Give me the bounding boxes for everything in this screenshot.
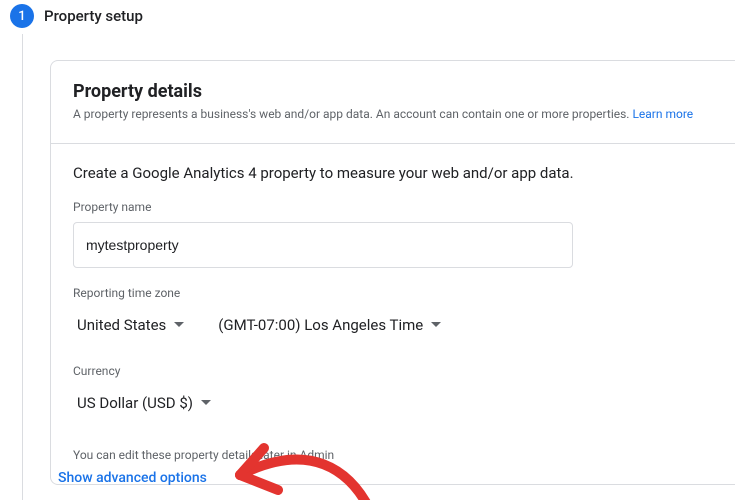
timezone-country-value: United States bbox=[77, 316, 166, 334]
property-details-card: Property details A property represents a… bbox=[50, 60, 735, 485]
learn-more-link[interactable]: Learn more bbox=[632, 107, 693, 121]
chevron-down-icon bbox=[201, 400, 211, 406]
property-name-label: Property name bbox=[73, 200, 713, 214]
create-property-description: Create a Google Analytics 4 property to … bbox=[73, 164, 713, 182]
stepper-line bbox=[22, 34, 23, 500]
card-subtitle: A property represents a business's web a… bbox=[73, 106, 713, 123]
step-title: Property setup bbox=[44, 7, 143, 25]
step-number-badge: 1 bbox=[10, 4, 34, 28]
step-header: 1 Property setup bbox=[8, 0, 735, 28]
chevron-down-icon bbox=[174, 322, 184, 328]
timezone-label: Reporting time zone bbox=[73, 286, 713, 300]
card-subtitle-text: A property represents a business's web a… bbox=[73, 107, 632, 121]
show-advanced-options-link[interactable]: Show advanced options bbox=[58, 470, 207, 486]
property-name-input[interactable] bbox=[73, 222, 573, 268]
timezone-value: (GMT-07:00) Los Angeles Time bbox=[218, 316, 423, 334]
currency-select[interactable]: US Dollar (USD $) bbox=[73, 382, 215, 424]
card-title: Property details bbox=[73, 81, 713, 102]
timezone-value-select[interactable]: (GMT-07:00) Los Angeles Time bbox=[214, 304, 445, 346]
edit-later-note: You can edit these property details late… bbox=[73, 448, 713, 462]
currency-label: Currency bbox=[73, 364, 713, 378]
chevron-down-icon bbox=[431, 322, 441, 328]
card-divider bbox=[51, 143, 735, 144]
currency-value: US Dollar (USD $) bbox=[77, 394, 193, 412]
property-setup-page: 1 Property setup Property details A prop… bbox=[0, 0, 735, 500]
timezone-country-select[interactable]: United States bbox=[73, 304, 188, 346]
